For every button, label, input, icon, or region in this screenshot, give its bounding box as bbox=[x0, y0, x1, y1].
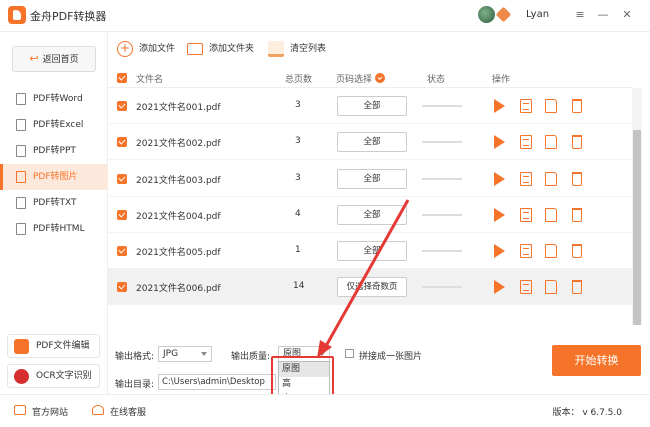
annotation-arrow bbox=[317, 199, 410, 358]
annotation-arrow-head bbox=[317, 340, 332, 358]
support-label: 在线客服 bbox=[110, 408, 147, 418]
website-label: 官方网站 bbox=[32, 408, 69, 418]
monitor-icon bbox=[14, 405, 26, 415]
footer: 官方网站 在线客服 版本： v 6.7.5.0 bbox=[0, 394, 650, 427]
support-link[interactable]: 在线客服 bbox=[92, 405, 146, 418]
website-link[interactable]: 官方网站 bbox=[14, 405, 68, 418]
support-person-icon bbox=[92, 405, 104, 415]
version-label: 版本： v 6.7.5.0 bbox=[552, 408, 622, 418]
annotation-arrow-line bbox=[324, 199, 410, 347]
